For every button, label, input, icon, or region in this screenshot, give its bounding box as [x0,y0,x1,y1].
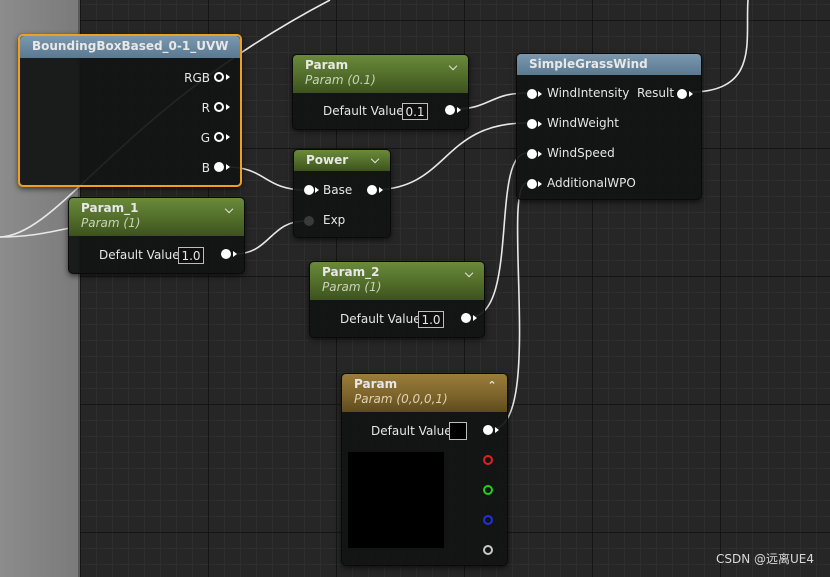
chevron-down-icon[interactable]: ⌵ [447,61,459,72]
param-2-node[interactable]: Param_2 Param (1) ⌵ Default Value 1.0 [309,261,485,338]
param-2-title: Param_2 [322,265,380,279]
output-pin-b[interactable] [214,162,224,172]
default-value-field[interactable]: 1.0 [418,311,444,328]
input-pin-exp[interactable] [304,216,314,226]
output-pin-result[interactable] [677,89,687,99]
output-pin-rgb[interactable] [483,425,493,435]
output-pin-b[interactable] [483,515,493,525]
chevron-down-icon[interactable]: ⌵ [223,204,235,215]
watermark: CSDN @远离UE4 [715,552,814,566]
pin-arrow-icon [538,121,542,127]
pin-arrow-icon [457,107,461,113]
pin-arrow-icon [495,427,499,433]
param-2-header[interactable]: Param_2 Param (1) ⌵ [310,262,484,300]
input-pin-windweight[interactable] [527,119,537,129]
output-pin[interactable] [445,105,455,115]
input-pin-additionalwpo[interactable] [527,179,537,189]
output-pin-r[interactable] [483,455,493,465]
input-label-additionalwpo: AdditionalWPO [547,176,636,190]
param-vector-subtitle: Param (0,0,0,1) [354,392,448,406]
default-value-label: Default Value [340,312,421,326]
pin-arrow-icon [538,151,542,157]
pin-arrow-icon [689,91,693,97]
param-node-header[interactable]: Param Param (0.1) ⌵ [293,55,468,93]
param-1-title: Param_1 [81,201,139,215]
default-value-label: Default Value [371,424,452,438]
output-pin-a[interactable] [483,545,493,555]
default-value-field[interactable]: 1.0 [178,247,204,264]
param-node-title: Param [305,58,349,72]
default-value-label: Default Value [99,248,180,262]
output-pin-rgb[interactable] [214,72,224,82]
param-2-subtitle: Param (1) [322,280,382,294]
simple-grass-wind-header[interactable]: SimpleGrassWind [517,54,701,75]
input-label-exp: Exp [323,213,346,227]
output-label-b: B [201,161,210,175]
chevron-down-icon[interactable]: ⌵ [463,268,475,279]
color-swatch[interactable] [449,422,467,440]
pin-arrow-icon [315,187,319,193]
bounding-box-node-title: BoundingBoxBased_0-1_UVW [32,39,229,53]
pin-arrow-icon [226,104,230,110]
input-label-base: Base [323,183,353,197]
power-node[interactable]: Power ⌵ Base Exp [293,149,391,238]
input-label-windspeed: WindSpeed [547,146,615,160]
pin-arrow-icon [538,91,542,97]
power-node-title: Power [306,153,349,167]
pin-arrow-icon [379,187,383,193]
bounding-box-uvw-node[interactable]: BoundingBoxBased_0-1_UVW RGB R G B [18,34,242,187]
output-pin-g[interactable] [483,485,493,495]
input-label-windweight: WindWeight [547,116,619,130]
pin-arrow-icon [233,251,237,257]
output-pin-r[interactable] [214,102,224,112]
input-pin-windintensity[interactable] [527,89,537,99]
param-1-subtitle: Param (1) [81,216,141,230]
pin-arrow-icon [538,181,542,187]
chevron-down-icon[interactable]: ⌵ [369,154,381,165]
power-node-header[interactable]: Power ⌵ [294,150,390,171]
default-value-field[interactable]: 0.1 [402,103,428,120]
simple-grass-wind-title: SimpleGrassWind [529,57,648,71]
simple-grass-wind-node[interactable]: SimpleGrassWind WindIntensity WindWeight… [516,53,702,200]
output-label-g: G [200,131,210,145]
chevron-up-icon[interactable]: ⌃ [486,380,498,391]
default-value-label: Default Value [323,104,404,118]
color-preview [348,452,444,548]
bounding-box-node-header[interactable]: BoundingBoxBased_0-1_UVW [20,36,240,58]
pin-arrow-icon [226,134,230,140]
output-label-result: Result [637,86,675,100]
output-pin-g[interactable] [214,132,224,142]
param-vector-title: Param [354,377,398,391]
pin-arrow-icon [226,164,230,170]
output-pin[interactable] [221,249,231,259]
param-1-node[interactable]: Param_1 Param (1) ⌵ Default Value 1.0 [68,197,245,274]
output-pin[interactable] [461,313,471,323]
param-scalar-node[interactable]: Param Param (0.1) ⌵ Default Value 0.1 [292,54,469,130]
param-vector-node[interactable]: Param Param (0,0,0,1) ⌃ Default Value [341,373,508,566]
output-label-rgb: RGB [184,71,210,85]
output-label-r: R [201,101,210,115]
pin-arrow-icon [226,74,230,80]
input-pin-base[interactable] [304,185,314,195]
param-node-subtitle: Param (0.1) [305,73,376,87]
input-label-windintensity: WindIntensity [547,86,630,100]
input-pin-windspeed[interactable] [527,149,537,159]
pin-arrow-icon [473,315,477,321]
param-1-header[interactable]: Param_1 Param (1) ⌵ [69,198,244,236]
param-vector-header[interactable]: Param Param (0,0,0,1) ⌃ [342,374,507,412]
output-pin[interactable] [367,185,377,195]
